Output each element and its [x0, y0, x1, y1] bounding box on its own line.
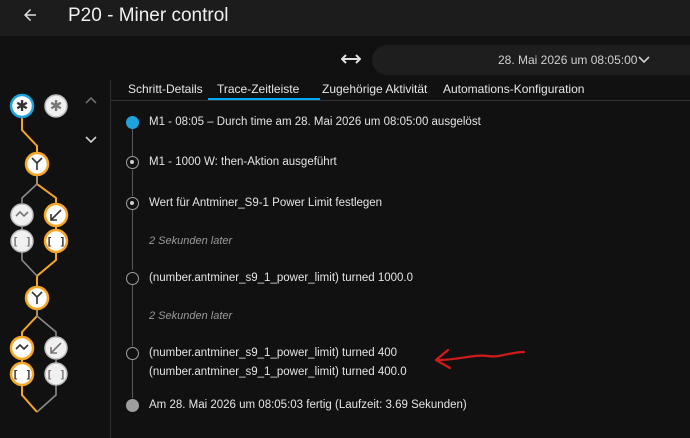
timeline-event-dot [126, 272, 139, 285]
app-header: P20 - Miner control [0, 0, 690, 36]
timeline-entry: (number.antminer_s9_1_power_limit) turne… [149, 366, 407, 378]
svg-text:✱: ✱ [50, 97, 63, 115]
timeline-entry: M1 - 08:05 – Durch time am 28. Mai 2026 … [149, 116, 481, 128]
page-title: P20 - Miner control [68, 5, 229, 26]
timeline-step-dot [126, 197, 139, 210]
back-button[interactable] [18, 3, 42, 27]
chevron-down-icon [638, 56, 650, 64]
arrow-left-icon [24, 9, 36, 21]
timeline-elapsed: 2 Sekunden later [149, 310, 233, 322]
svg-text:✱: ✱ [16, 97, 29, 115]
timeline-entry: Am 28. Mai 2026 um 08:05:03 fertig (Lauf… [149, 399, 467, 411]
tab-trace-timeline[interactable]: Trace-Zeitleiste [217, 82, 299, 96]
timeline-elapsed: 2 Sekunden later [149, 235, 233, 247]
trace-graph: ✱ ✱ [ ] [ ] [ ] [ ] [9, 93, 97, 413]
trace-date-select[interactable]: 28. Mai 2026 um 08:05:00 [372, 45, 690, 75]
svg-text:[ ]: [ ] [12, 235, 32, 248]
timeline-entry: (number.antminer_s9_1_power_limit) turne… [149, 347, 398, 359]
timeline-event-dot [126, 347, 139, 360]
timeline-connector [132, 210, 133, 270]
timeline-entry: Wert für Antminer_S9-1 Power Limit festl… [149, 197, 383, 209]
timeline-entry: M1 - 1000 W: then-Aktion ausgeführt [149, 156, 337, 168]
svg-text:[ ]: [ ] [12, 368, 32, 381]
active-tab-indicator [208, 98, 320, 100]
timeline-finish-dot [126, 399, 139, 412]
trace-panel: Schritt-Details Trace-Zeitleiste Zugehör… [110, 80, 690, 438]
svg-text:[ ]: [ ] [46, 368, 66, 381]
timeline-step-dot [126, 156, 139, 169]
expand-horizontal-icon[interactable] [341, 52, 361, 66]
timeline-entry: (number.antminer_s9_1_power_limit) turne… [149, 272, 414, 284]
trace-tabs: Schritt-Details Trace-Zeitleiste Zugehör… [111, 80, 690, 101]
timeline-trigger-dot [126, 116, 139, 129]
timeline-connector [132, 170, 133, 196]
trace-date-value: 28. Mai 2026 um 08:05:00 [498, 53, 638, 67]
tab-step-details[interactable]: Schritt-Details [128, 82, 203, 96]
annotation-arrow-icon [434, 348, 526, 370]
timeline-connector [132, 360, 133, 398]
chevron-down-icon[interactable] [85, 136, 97, 144]
chevron-up-icon[interactable] [85, 96, 97, 104]
timeline-connector [132, 284, 133, 346]
svg-text:[ ]: [ ] [46, 235, 66, 248]
tab-related-activity[interactable]: Zugehörige Aktivität [322, 82, 427, 96]
tab-automation-config[interactable]: Automations-Konfiguration [443, 82, 584, 96]
timeline-connector [132, 128, 133, 156]
